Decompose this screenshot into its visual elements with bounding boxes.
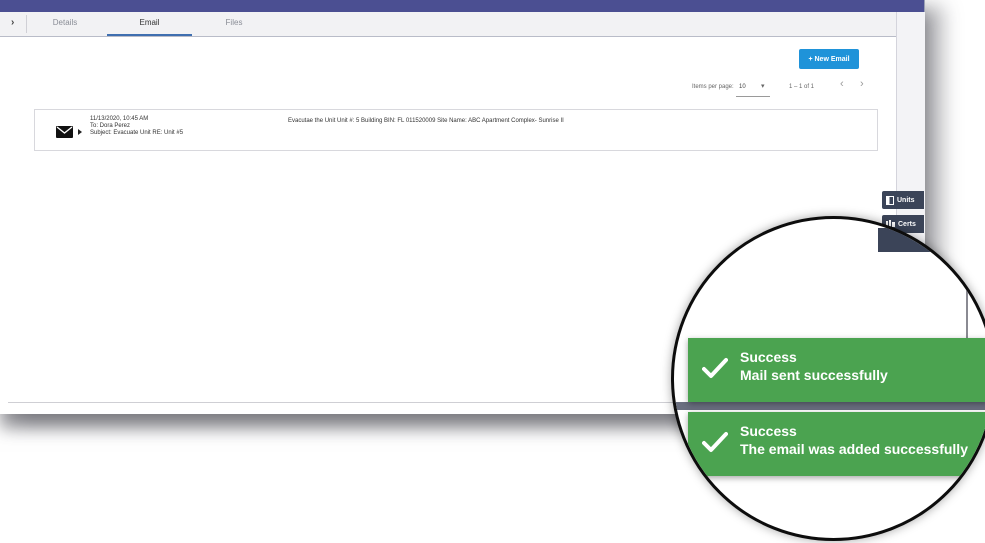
next-page-icon[interactable]: › xyxy=(860,78,864,90)
new-email-button[interactable]: + New Email xyxy=(799,49,859,69)
email-subject: Subject: Evacuate Unit RE: Unit #5 xyxy=(90,130,184,136)
email-list-item[interactable]: 11/13/2020, 10:45 AM To: Dora Perez Subj… xyxy=(34,109,878,151)
tab-divider xyxy=(26,15,27,33)
dropdown-arrow-icon[interactable]: ▾ xyxy=(761,80,765,94)
checkmark-icon xyxy=(702,432,728,452)
tab-details[interactable]: Details xyxy=(40,12,90,36)
units-button[interactable]: Units xyxy=(882,191,924,209)
toast-title: Success xyxy=(740,349,797,365)
tab-email[interactable]: Email xyxy=(107,12,192,36)
certs-label: Certs xyxy=(898,220,916,228)
email-to: To: Dora Perez xyxy=(90,123,131,129)
items-per-page-label: Items per page: xyxy=(692,84,734,90)
magnified-window-bottom xyxy=(674,402,985,410)
tab-bar: › Details Email Files xyxy=(0,12,896,37)
toast-title: Success xyxy=(740,423,797,439)
units-icon xyxy=(886,195,894,205)
select-underline xyxy=(736,96,770,97)
mail-icon xyxy=(56,126,73,138)
checkmark-icon xyxy=(702,358,728,378)
success-toast-mail-sent[interactable]: Success Mail sent successfully xyxy=(688,338,985,402)
chevron-right-icon[interactable]: › xyxy=(11,17,14,28)
email-meta: 11/13/2020, 10:45 AM To: Dora Perez Subj… xyxy=(90,116,183,137)
expand-caret-icon[interactable] xyxy=(78,129,82,135)
prev-page-icon[interactable]: ‹ xyxy=(840,78,844,90)
toast-message: Mail sent successfully xyxy=(740,367,888,383)
top-bar xyxy=(0,0,924,12)
magnified-side-pill xyxy=(878,228,932,252)
magnified-window-edge xyxy=(966,237,968,349)
email-date: 11/13/2020, 10:45 AM xyxy=(90,116,149,122)
units-label: Units xyxy=(897,196,915,204)
toast-message: The email was added successfully xyxy=(740,441,968,457)
page-range: 1 – 1 of 1 xyxy=(789,84,815,90)
items-per-page-select[interactable]: 10 xyxy=(739,80,746,94)
tab-files[interactable]: Files xyxy=(210,12,258,36)
magnifier-callout: Success Mail sent successfully Success T… xyxy=(671,216,985,541)
email-body: Evacutae the Unit Unit #: 5 Building BIN… xyxy=(288,118,564,124)
success-toast-email-added[interactable]: Success The email was added successfully xyxy=(688,412,985,476)
